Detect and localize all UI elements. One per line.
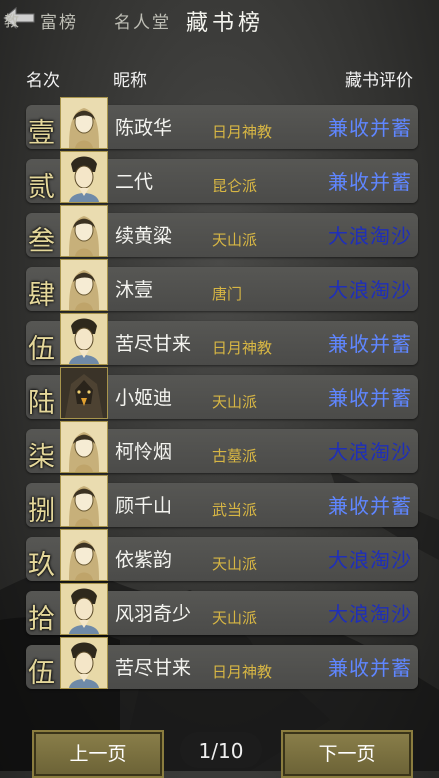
tab-hall-of-fame[interactable]: 名人堂	[114, 8, 171, 33]
rank-label: 叁	[28, 226, 55, 257]
rank-label: 壹	[28, 118, 55, 149]
sect-name: 天山派	[212, 609, 258, 627]
rank-label: 肆	[28, 280, 55, 311]
collection-rating: 大浪淘沙	[328, 602, 412, 626]
collection-rating: 兼收并蓄	[328, 116, 412, 140]
sect-name: 天山派	[212, 555, 258, 573]
player-name: 沐壹	[115, 279, 154, 301]
sect-name: 武当派	[212, 501, 258, 519]
male-avatar[interactable]	[60, 151, 108, 203]
player-name: 苦尽甘来	[115, 657, 192, 679]
rank-label: 捌	[28, 496, 55, 527]
sect-name: 日月神教	[212, 663, 273, 681]
eagle-avatar[interactable]	[60, 367, 108, 419]
ranking-row[interactable]: 肆 沐壹 唐门 大浪淘沙	[26, 259, 418, 311]
sect-name: 唐门	[212, 285, 243, 303]
female-avatar[interactable]	[60, 421, 108, 473]
collection-rating: 大浪淘沙	[328, 278, 412, 302]
collection-rating: 兼收并蓄	[328, 494, 412, 518]
female-avatar[interactable]	[60, 259, 108, 311]
player-name: 顾千山	[115, 495, 173, 517]
player-name: 风羽奇少	[115, 603, 192, 625]
collection-rating: 大浪淘沙	[328, 440, 412, 464]
ranking-row[interactable]: 捌 顾千山 武当派 兼收并蓄	[26, 475, 418, 527]
collection-rating: 兼收并蓄	[328, 170, 412, 194]
top-tab-bar: 教 富榜 名人堂 藏书榜	[0, 0, 439, 40]
collection-rating: 大浪淘沙	[328, 224, 412, 248]
female-avatar[interactable]	[60, 205, 108, 257]
header-nickname: 昵称	[113, 71, 147, 91]
female-avatar[interactable]	[60, 529, 108, 581]
collection-rating: 大浪淘沙	[328, 548, 412, 572]
rank-label: 玖	[28, 550, 55, 581]
female-avatar[interactable]	[60, 97, 108, 149]
player-name: 依紫韵	[115, 549, 173, 571]
tab-wealth-ranking[interactable]: 富榜	[40, 8, 78, 33]
female-avatar[interactable]	[60, 475, 108, 527]
ranking-row[interactable]: 拾 风羽奇少 天山派 大浪淘沙	[26, 583, 418, 635]
collection-rating: 兼收并蓄	[328, 656, 412, 680]
page-indicator: 1/10	[180, 732, 262, 768]
male-avatar[interactable]	[60, 637, 108, 689]
header-rank: 名次	[26, 71, 60, 91]
player-name: 柯怜烟	[115, 441, 173, 463]
collection-rating: 兼收并蓄	[328, 386, 412, 410]
rank-label: 拾	[28, 604, 55, 635]
sect-name: 日月神教	[212, 123, 273, 141]
header-rating: 藏书评价	[345, 71, 413, 91]
tab-book-ranking[interactable]: 藏书榜	[186, 5, 264, 37]
ranking-row[interactable]: 柒 柯怜烟 古墓派 大浪淘沙	[26, 421, 418, 473]
sect-name: 天山派	[212, 393, 258, 411]
sect-name: 天山派	[212, 231, 258, 249]
male-avatar[interactable]	[60, 583, 108, 635]
male-avatar[interactable]	[60, 313, 108, 365]
ranking-row[interactable]: 壹 陈政华 日月神教 兼收并蓄	[26, 97, 418, 149]
player-name: 苦尽甘来	[115, 333, 192, 355]
ranking-row[interactable]: 贰 二代 昆仑派 兼收并蓄	[26, 151, 418, 203]
rank-label: 贰	[28, 172, 55, 203]
ranking-row[interactable]: 叁 续黄粱 天山派 大浪淘沙	[26, 205, 418, 257]
rank-label: 柒	[28, 442, 55, 473]
sect-name: 古墓派	[212, 447, 258, 465]
rank-label: 伍	[28, 334, 55, 365]
player-name: 续黄粱	[115, 225, 173, 247]
ranking-row[interactable]: 玖 依紫韵 天山派 大浪淘沙	[26, 529, 418, 581]
collection-rating: 兼收并蓄	[328, 332, 412, 356]
sect-name: 昆仑派	[212, 177, 258, 195]
ranking-row[interactable]: 陆 小姬迪 天山派 兼收并蓄	[26, 367, 418, 419]
sect-name: 日月神教	[212, 339, 273, 357]
player-name: 小姬迪	[115, 387, 173, 409]
player-name: 陈政华	[115, 117, 173, 139]
tab-partial[interactable]: 教	[4, 10, 21, 31]
player-name: 二代	[115, 171, 154, 193]
rank-label: 陆	[28, 388, 55, 419]
ranking-row[interactable]: 伍 苦尽甘来 日月神教 兼收并蓄	[26, 313, 418, 365]
ranking-row[interactable]: 伍 苦尽甘来 日月神教 兼收并蓄	[26, 637, 418, 689]
rank-label: 伍	[28, 658, 55, 689]
